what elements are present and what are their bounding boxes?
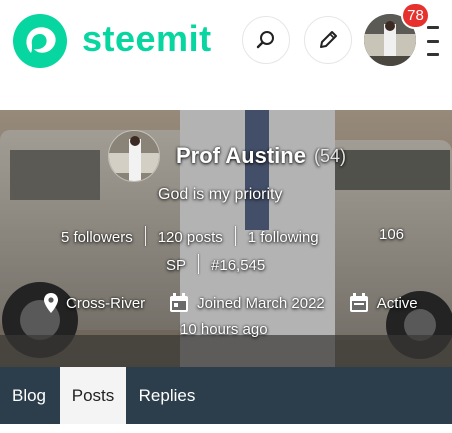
rank-value: #16,545 [211, 257, 266, 274]
profile-avatar [108, 130, 160, 182]
divider [234, 226, 236, 246]
search-icon [256, 31, 274, 49]
steemit-logo-icon[interactable] [12, 13, 68, 69]
divider [144, 226, 146, 246]
profile-about: God is my priority [158, 186, 283, 203]
reputation-score: (54) [314, 146, 347, 166]
profile-tabs: Blog Posts Replies [0, 367, 452, 424]
divider [198, 254, 200, 274]
active-text-line2: 10 hours ago [180, 321, 268, 338]
tab-blog[interactable]: Blog [0, 367, 58, 424]
location-text: Cross-River [66, 294, 146, 312]
location-pin-icon [44, 293, 58, 313]
profile-cover: Prof Austine (54) God is my priority 5 f… [0, 110, 452, 367]
notification-badge[interactable]: 78 [401, 2, 430, 29]
search-button[interactable] [242, 16, 290, 64]
profile-name: Prof Austine [176, 143, 306, 168]
top-header: steemit 78 [0, 0, 452, 86]
tab-posts[interactable]: Posts [60, 367, 126, 424]
sp-label: SP [166, 257, 187, 274]
active-text-line1: Active [376, 294, 418, 312]
calendar-icon [170, 293, 189, 312]
posts-count: 120 posts [157, 229, 223, 246]
vertical-menu-icon[interactable] [427, 26, 439, 56]
calendar-active-icon [349, 293, 368, 312]
profile-info-row: Cross-River Joined March 2022 Active [44, 293, 418, 313]
joined-text: Joined March 2022 [197, 294, 325, 312]
followers-count[interactable]: 5 followers [61, 229, 133, 246]
following-count[interactable]: 1 following [248, 229, 319, 246]
profile-stats-row: 5 followers 120 posts 1 following [61, 226, 319, 246]
sp-value-line1: 106 [379, 226, 405, 243]
profile-stats-row-2: SP #16,545 [166, 254, 265, 274]
brand-name[interactable]: steemit [82, 18, 212, 60]
create-post-button[interactable] [304, 16, 352, 64]
pencil-icon [320, 31, 337, 48]
tab-replies[interactable]: Replies [128, 367, 206, 424]
